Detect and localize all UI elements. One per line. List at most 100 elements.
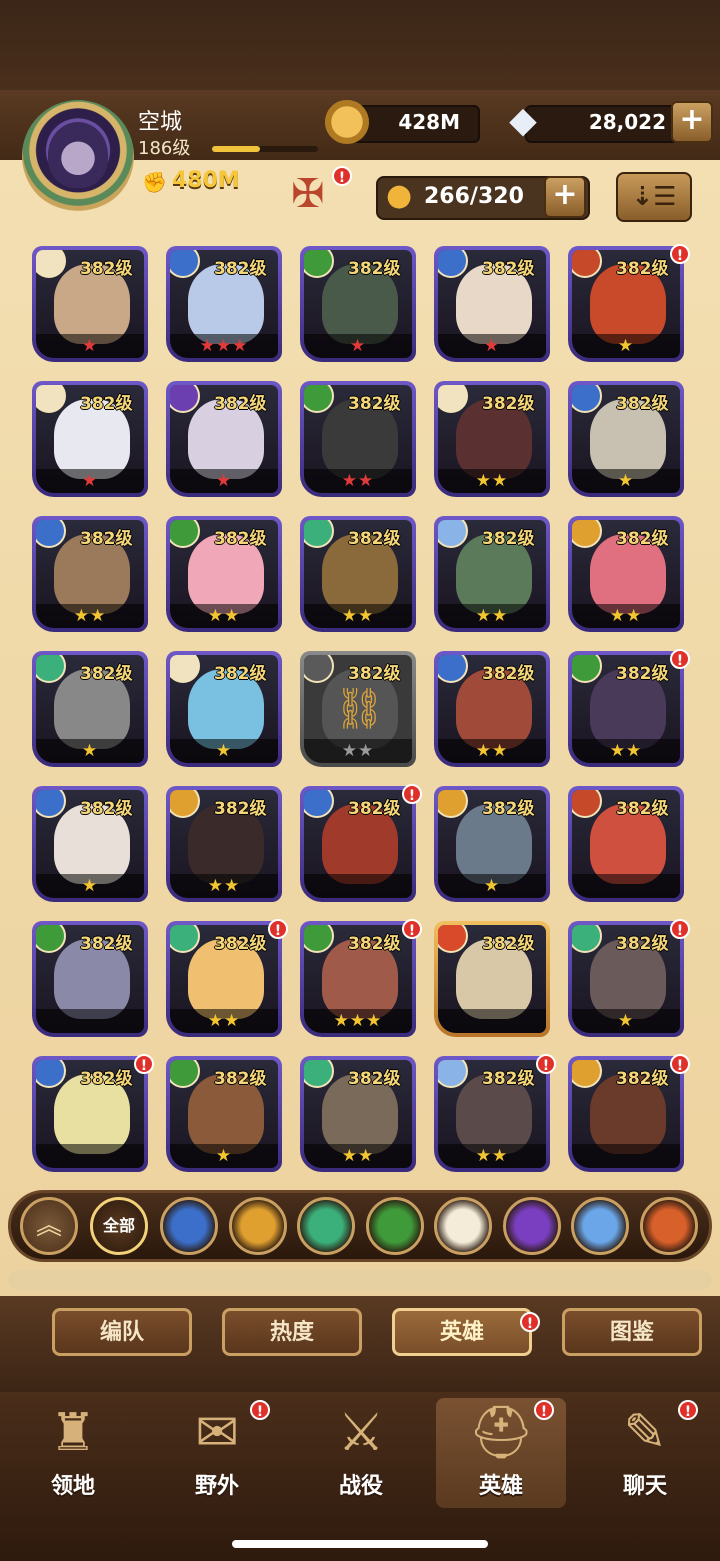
hero-card[interactable]: 382级 ★★ bbox=[568, 651, 684, 767]
fist-icon: ✊ bbox=[142, 170, 167, 194]
hero-level: 382级 bbox=[214, 664, 267, 684]
hero-stars: ★ bbox=[36, 739, 144, 763]
hero-card[interactable]: 382级 ★★ bbox=[434, 381, 550, 497]
graveborn-icon[interactable] bbox=[365, 1197, 424, 1255]
mauler-icon[interactable] bbox=[228, 1197, 287, 1255]
celestial-icon[interactable] bbox=[434, 1197, 492, 1255]
filter-all-button[interactable]: 全部 bbox=[90, 1197, 148, 1255]
sort-button[interactable]: ⇣☰ bbox=[616, 172, 692, 222]
crest-emblem-icon[interactable]: ✠ bbox=[278, 168, 338, 220]
hypogean-faction-icon bbox=[572, 790, 602, 818]
hero-card[interactable]: 382级 ★ bbox=[568, 246, 684, 362]
chevron-up-icon[interactable]: ︽ bbox=[20, 1197, 78, 1255]
hero-card[interactable]: 382级 ★ bbox=[434, 246, 550, 362]
hero-card[interactable]: 382级 ★ bbox=[32, 381, 148, 497]
subtab-3[interactable]: 图鉴 bbox=[562, 1308, 702, 1356]
hero-card[interactable]: 382级 ★★ bbox=[434, 1056, 550, 1172]
hero-level: 382级 bbox=[80, 529, 133, 549]
hero-stars: ★★ bbox=[438, 739, 546, 763]
hero-level: 382级 bbox=[482, 799, 535, 819]
notification-badge: ! bbox=[332, 166, 352, 186]
lightbearer-icon[interactable] bbox=[160, 1197, 218, 1255]
hero-stars: ★★ bbox=[170, 1009, 278, 1033]
hero-card[interactable]: 382级 bbox=[32, 921, 148, 1037]
hero-level: 382级 bbox=[348, 1069, 401, 1089]
hero-card[interactable]: 382级 bbox=[300, 786, 416, 902]
hero-card[interactable]: 382级 ★ bbox=[568, 381, 684, 497]
hero-card[interactable]: 382级 ★★★ bbox=[166, 246, 282, 362]
hero-level: 382级 bbox=[348, 799, 401, 819]
subtab-1[interactable]: 热度 bbox=[222, 1308, 362, 1356]
add-gems-button[interactable]: + bbox=[671, 101, 713, 143]
hero-level: 382级 bbox=[214, 529, 267, 549]
player-name: 空城 bbox=[138, 110, 183, 135]
hero-card[interactable]: 382级 ★★ bbox=[166, 786, 282, 902]
hypogean-icon[interactable] bbox=[502, 1197, 561, 1255]
graveborn-faction-icon bbox=[304, 385, 334, 413]
hero-level: 382级 bbox=[214, 259, 267, 279]
hero-card[interactable]: 382级 ★ bbox=[434, 786, 550, 902]
wilder-faction-icon bbox=[170, 925, 200, 953]
hero-card[interactable]: 382级 ★ bbox=[166, 381, 282, 497]
hero-card[interactable]: 382级 ★★★ bbox=[300, 921, 416, 1037]
wilder-faction-icon bbox=[572, 925, 602, 953]
notification-badge: ! bbox=[536, 1054, 556, 1074]
mauler-faction-icon bbox=[572, 520, 602, 548]
mauler-faction-icon bbox=[438, 790, 468, 818]
lightbearer-faction-icon bbox=[304, 790, 334, 818]
hero-stars bbox=[572, 1144, 680, 1168]
hero-level: 382级 bbox=[482, 259, 535, 279]
hero-card[interactable]: 382级 ★ bbox=[166, 651, 282, 767]
hero-card[interactable]: 382级 ★ bbox=[300, 246, 416, 362]
hero-card[interactable]: 382级 ★★ bbox=[434, 516, 550, 632]
hero-card[interactable]: 382级 bbox=[568, 1056, 684, 1172]
lightbearer-faction-icon bbox=[36, 520, 66, 548]
hero-level: 382级 bbox=[214, 799, 267, 819]
add-roster-slots-button[interactable]: + bbox=[544, 176, 586, 218]
hero-stars: ★★ bbox=[304, 739, 412, 763]
hero-card[interactable]: 382级 bbox=[434, 921, 550, 1037]
person-icon: ● bbox=[386, 178, 413, 213]
subtab-2[interactable]: 英雄 bbox=[392, 1308, 532, 1356]
hero-stars: ★★ bbox=[438, 1144, 546, 1168]
hero-card[interactable]: 382级 ★★ bbox=[32, 516, 148, 632]
hero-card[interactable]: 382级 ★★ bbox=[434, 651, 550, 767]
dimensional-icon[interactable] bbox=[571, 1197, 629, 1255]
wilder-faction-icon bbox=[304, 520, 334, 548]
nav-2[interactable]: ⚔ 战役 bbox=[296, 1398, 426, 1508]
hero-card[interactable]: 382级 bbox=[568, 786, 684, 902]
hero-card[interactable]: 382级 ★★ bbox=[166, 516, 282, 632]
hero-card[interactable]: ⛓ 382级 ★★ bbox=[300, 651, 416, 767]
hero-card[interactable]: 382级 ★★ bbox=[300, 516, 416, 632]
player-avatar[interactable] bbox=[48, 122, 108, 188]
dimensional-fire-icon[interactable] bbox=[639, 1197, 698, 1255]
nav-0[interactable]: ♜ 领地 bbox=[8, 1398, 138, 1508]
wilder-icon[interactable] bbox=[297, 1197, 355, 1255]
hero-level: 382级 bbox=[80, 664, 133, 684]
subtab-0[interactable]: 编队 bbox=[52, 1308, 192, 1356]
hero-level: 382级 bbox=[616, 799, 669, 819]
graveborn-faction-icon bbox=[572, 655, 602, 683]
hero-stars: ★ bbox=[572, 469, 680, 493]
hero-level: 382级 bbox=[616, 259, 669, 279]
lightbearer-faction-icon bbox=[170, 250, 200, 278]
hero-card[interactable]: 382级 ★★ bbox=[568, 516, 684, 632]
lightbearer-faction-icon bbox=[36, 790, 66, 818]
hero-card[interactable]: 382级 ★ bbox=[32, 651, 148, 767]
hero-card[interactable]: 382级 ★★ bbox=[166, 921, 282, 1037]
hero-stars: ★ bbox=[170, 739, 278, 763]
hero-stars: ★★ bbox=[170, 874, 278, 898]
hero-card[interactable]: 382级 ★ bbox=[568, 921, 684, 1037]
hero-card[interactable]: 382级 ★ bbox=[166, 1056, 282, 1172]
hero-card[interactable]: 382级 bbox=[32, 1056, 148, 1172]
hero-card[interactable]: 382级 ★ bbox=[32, 786, 148, 902]
hero-level: 382级 bbox=[348, 664, 401, 684]
nav-label: 聊天 bbox=[622, 1474, 667, 1499]
hero-stars: ★ bbox=[438, 874, 546, 898]
hero-card[interactable]: 382级 ★ bbox=[32, 246, 148, 362]
hero-card[interactable]: 382级 ★★ bbox=[300, 381, 416, 497]
notification-badge: ! bbox=[402, 784, 422, 804]
light-faction-icon bbox=[438, 385, 468, 413]
filter-scroll-track bbox=[8, 1270, 712, 1290]
hero-card[interactable]: 382级 ★★ bbox=[300, 1056, 416, 1172]
